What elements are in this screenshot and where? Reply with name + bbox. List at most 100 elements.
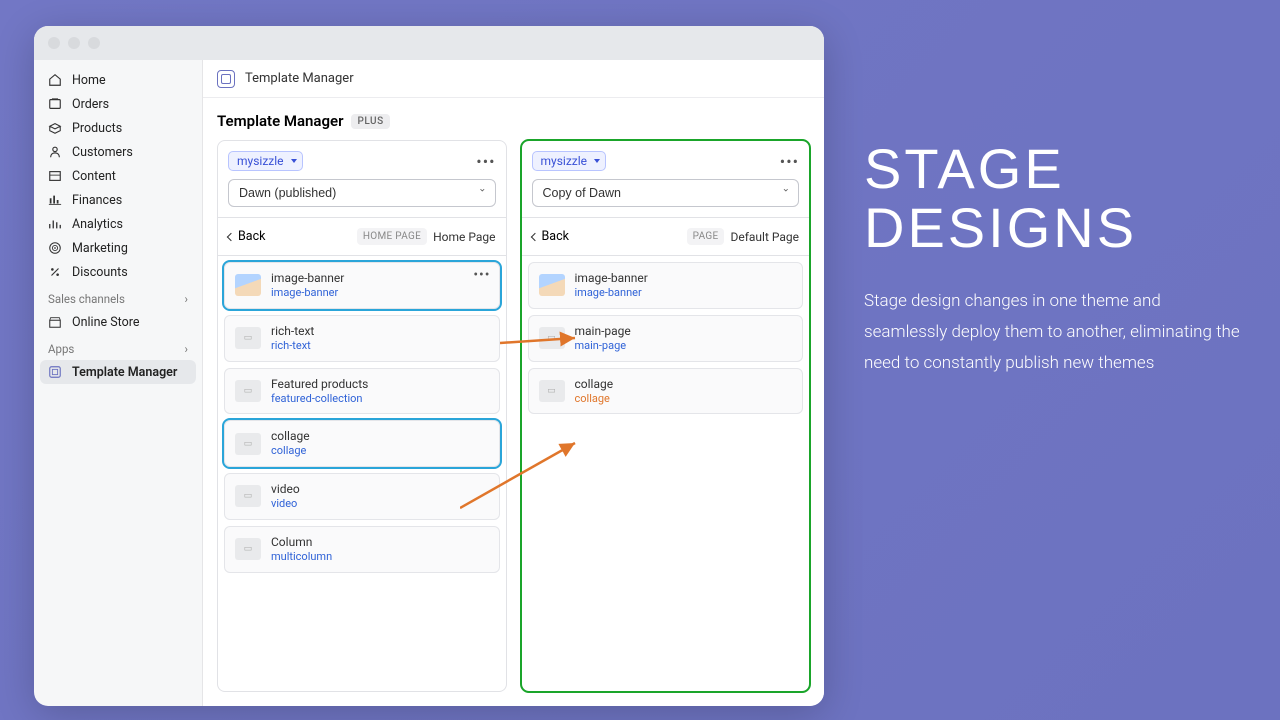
sidebar-item-orders[interactable]: Orders	[40, 92, 196, 116]
section-name: video	[271, 482, 300, 497]
main-content: Template Manager Template Manager PLUS m…	[202, 60, 824, 706]
section-thumb-icon	[539, 274, 565, 296]
page-title: Template Manager	[217, 112, 343, 130]
back-button[interactable]: Back	[228, 229, 265, 244]
section-type: rich-text	[271, 339, 314, 353]
traffic-light-dot	[48, 37, 60, 49]
panel-actions-button[interactable]: •••	[476, 152, 495, 171]
sidebar-item-label: Content	[72, 169, 116, 184]
products-icon	[48, 121, 62, 135]
sidebar-item-marketing[interactable]: Marketing	[40, 236, 196, 260]
sidebar-item-label: Analytics	[72, 217, 123, 232]
sidebar-item-content[interactable]: Content	[40, 164, 196, 188]
nav-section-header-channels[interactable]: Sales channels ›	[40, 284, 196, 310]
section-card[interactable]: ▭ main-page main-page	[528, 315, 804, 362]
section-name: collage	[271, 429, 310, 444]
sidebar-item-label: Marketing	[72, 241, 128, 256]
sidebar-item-label: Template Manager	[72, 365, 177, 380]
chevron-left-icon	[530, 232, 538, 240]
sidebar-item-home[interactable]: Home	[40, 68, 196, 92]
back-label: Back	[238, 229, 265, 244]
orders-icon	[48, 97, 62, 111]
section-thumb-icon	[235, 274, 261, 296]
section-card[interactable]: ▭ Featured products featured-collection	[224, 368, 500, 415]
sidebar-item-finances[interactable]: Finances	[40, 188, 196, 212]
sidebar-item-template manager[interactable]: Template Manager	[40, 360, 196, 384]
section-type: image-banner	[575, 286, 648, 300]
section-name: image-banner	[271, 271, 344, 286]
sidebar-item-analytics[interactable]: Analytics	[40, 212, 196, 236]
section-thumb-icon: ▭	[539, 327, 565, 349]
section-name: main-page	[575, 324, 631, 339]
section-thumb-icon: ▭	[235, 538, 261, 560]
section-card[interactable]: ▭ collage collage	[528, 368, 804, 415]
section-name: image-banner	[575, 271, 648, 286]
nav-section-header-apps[interactable]: Apps ›	[40, 334, 196, 360]
section-type: featured-collection	[271, 392, 368, 406]
store-selector[interactable]: mysizzle	[532, 151, 607, 171]
nav-section-label: Apps	[48, 342, 74, 356]
section-thumb-icon: ▭	[235, 327, 261, 349]
section-name: Featured products	[271, 377, 368, 392]
template-panel-right: mysizzle ••• Copy of Dawn Back PAGE Defa…	[521, 140, 811, 692]
plan-badge: PLUS	[351, 114, 389, 129]
traffic-light-dot	[88, 37, 100, 49]
theme-selector[interactable]: Dawn (published)	[228, 179, 496, 207]
section-type: collage	[575, 392, 614, 406]
theme-selector[interactable]: Copy of Dawn	[532, 179, 800, 207]
sidebar-item-online store[interactable]: Online Store	[40, 310, 196, 334]
section-card[interactable]: image-banner image-banner •••	[224, 262, 500, 309]
section-actions-button[interactable]: •••	[473, 267, 490, 283]
section-card[interactable]: ▭ rich-text rich-text	[224, 315, 500, 362]
customers-icon	[48, 145, 62, 159]
app-name: Template Manager	[245, 71, 354, 86]
sidebar-item-label: Online Store	[72, 315, 139, 330]
section-card[interactable]: image-banner image-banner	[528, 262, 804, 309]
section-card[interactable]: ▭ Column multicolumn	[224, 526, 500, 573]
analytics-icon	[48, 217, 62, 231]
content-icon	[48, 169, 62, 183]
section-card[interactable]: ▭ video video	[224, 473, 500, 520]
app-window: Home Orders Products Customers Content F…	[34, 26, 824, 706]
sidebar-item-discounts[interactable]: Discounts	[40, 260, 196, 284]
promo-panel: STAGE DESIGNS Stage design changes in on…	[824, 0, 1280, 720]
page-title-row: Template Manager PLUS	[203, 98, 824, 140]
store-selector[interactable]: mysizzle	[228, 151, 303, 171]
sidebar-item-products[interactable]: Products	[40, 116, 196, 140]
chevron-right-icon: ›	[185, 342, 188, 356]
app-icon	[48, 365, 62, 379]
section-thumb-icon: ▭	[539, 380, 565, 402]
section-type: collage	[271, 444, 310, 458]
page-type-tag: PAGE	[687, 228, 725, 245]
sidebar-item-customers[interactable]: Customers	[40, 140, 196, 164]
section-list: image-banner image-banner ••• ▭ rich-tex…	[217, 256, 507, 692]
home-icon	[48, 73, 62, 87]
section-list: image-banner image-banner ▭ main-page ma…	[521, 256, 811, 692]
traffic-light-dot	[68, 37, 80, 49]
window-titlebar	[34, 26, 824, 60]
promo-headline: STAGE DESIGNS	[864, 140, 1240, 258]
back-button[interactable]: Back	[532, 229, 569, 244]
app-header: Template Manager	[203, 60, 824, 98]
store-icon	[48, 315, 62, 329]
finances-icon	[48, 193, 62, 207]
section-type: video	[271, 497, 300, 511]
sidebar-item-label: Customers	[72, 145, 133, 160]
promo-body: Stage design changes in one theme and se…	[864, 286, 1240, 380]
sidebar-item-label: Discounts	[72, 265, 128, 280]
marketing-icon	[48, 241, 62, 255]
section-type: main-page	[575, 339, 631, 353]
page-type-tag: HOME PAGE	[357, 228, 427, 245]
section-type: multicolumn	[271, 550, 332, 564]
page-name: Home Page	[433, 230, 495, 244]
section-name: Column	[271, 535, 332, 550]
panel-actions-button[interactable]: •••	[780, 152, 799, 171]
app-icon	[217, 70, 235, 88]
sidebar-item-label: Home	[72, 73, 106, 88]
nav-section-label: Sales channels	[48, 292, 125, 306]
section-type: image-banner	[271, 286, 344, 300]
section-card[interactable]: ▭ collage collage	[224, 420, 500, 467]
section-name: collage	[575, 377, 614, 392]
section-thumb-icon: ▭	[235, 485, 261, 507]
sidebar-nav: Home Orders Products Customers Content F…	[34, 60, 202, 706]
